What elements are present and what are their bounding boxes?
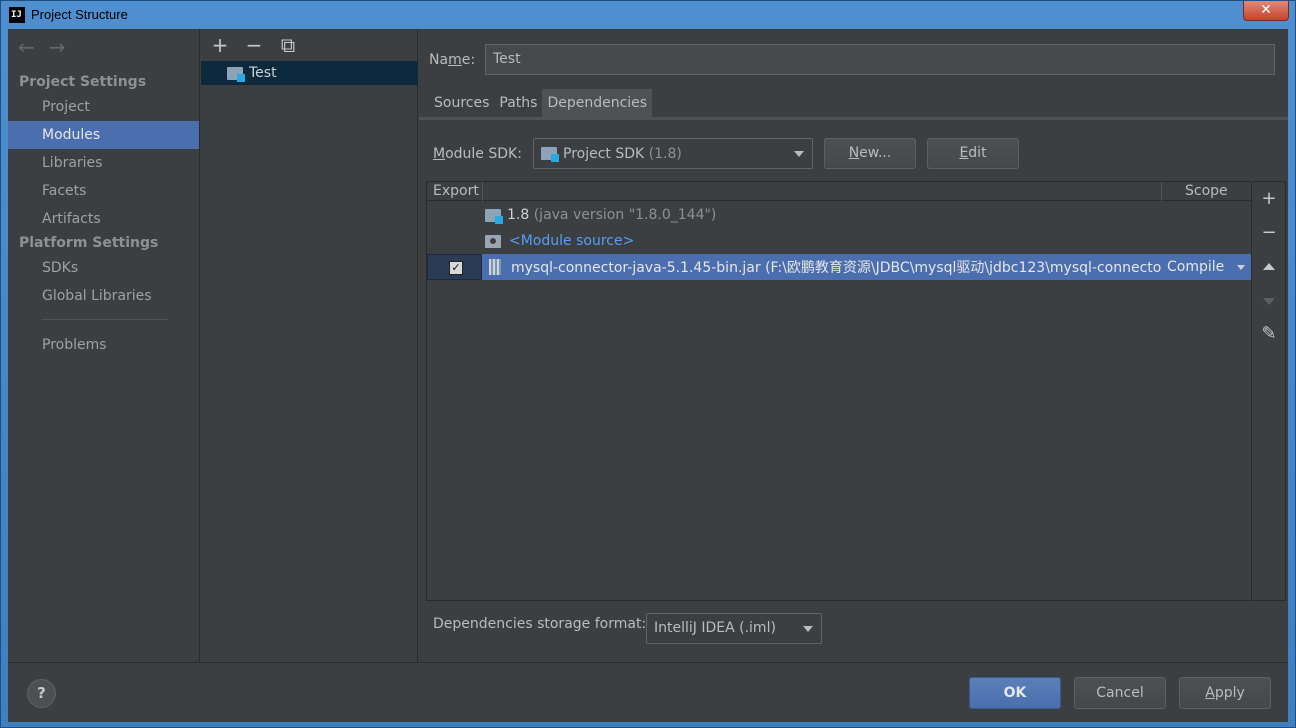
- platform-settings-heading: Platform Settings: [19, 235, 159, 251]
- nav-item-sdks[interactable]: SDKs: [8, 254, 199, 282]
- nav-item-project[interactable]: Project: [8, 93, 199, 121]
- close-button[interactable]: ✕: [1243, 1, 1289, 21]
- window: IJ Project Structure ✕ ← → Project Setti…: [0, 0, 1296, 728]
- column-export[interactable]: Export: [433, 182, 479, 201]
- nav-item-global-libraries[interactable]: Global Libraries: [8, 282, 199, 310]
- window-title: Project Structure: [31, 7, 128, 22]
- name-label: Name:: [429, 52, 476, 68]
- copy-icon[interactable]: ⧉: [279, 35, 297, 55]
- intellij-logo-icon: IJ: [9, 7, 25, 23]
- export-cell: ✓: [427, 254, 482, 280]
- ok-button[interactable]: OK: [969, 677, 1061, 709]
- nav-item-problems[interactable]: Problems: [8, 331, 199, 359]
- add-icon[interactable]: +: [211, 35, 229, 55]
- module-sdk-label: Module SDK:: [433, 146, 522, 162]
- settings-nav: ← → Project Settings Project Modules Lib…: [8, 29, 200, 662]
- table-header: Export Scope: [427, 182, 1251, 201]
- module-tree-pane: + − ⧉ Test: [201, 29, 418, 662]
- tab-bar: Sources Paths Dependencies: [429, 89, 653, 117]
- nav-item-facets[interactable]: Facets: [8, 177, 199, 205]
- jar-name: mysql-connector-java-5.1.45-bin.jar (F:\…: [511, 260, 1161, 276]
- sdk-folder-icon: [485, 208, 503, 224]
- export-checkbox[interactable]: ✓: [449, 261, 463, 275]
- remove-dependency-button[interactable]: −: [1253, 222, 1285, 244]
- cancel-button[interactable]: Cancel: [1074, 677, 1166, 709]
- module-name: Test: [249, 65, 277, 81]
- scope-dropdown[interactable]: Compile: [1167, 254, 1251, 280]
- nav-item-modules[interactable]: Modules: [8, 121, 199, 149]
- dependencies-toolbar: + − ✎: [1253, 181, 1286, 601]
- module-sdk-dropdown[interactable]: Project SDK (1.8): [533, 138, 813, 169]
- title-bar[interactable]: IJ Project Structure ✕: [1, 1, 1295, 29]
- dialog-client: ← → Project Settings Project Modules Lib…: [8, 29, 1288, 722]
- nav-divider: [42, 319, 168, 320]
- arrow-down-icon: [1263, 298, 1275, 305]
- back-arrow-icon[interactable]: ←: [18, 37, 35, 57]
- new-sdk-button[interactable]: New...: [824, 138, 916, 169]
- dialog-footer: ? OK Cancel Apply: [8, 662, 1288, 722]
- storage-format-dropdown[interactable]: IntelliJ IDEA (.iml): [646, 613, 822, 644]
- remove-icon[interactable]: −: [245, 35, 263, 55]
- move-down-button[interactable]: [1253, 290, 1285, 312]
- table-row[interactable]: 1.8 (java version "1.8.0_144"): [427, 202, 1251, 228]
- add-dependency-button[interactable]: +: [1253, 188, 1285, 210]
- module-content: Name: Test Sources Paths Dependencies Mo…: [419, 29, 1288, 662]
- edit-sdk-button[interactable]: Edit: [927, 138, 1019, 169]
- tab-underline: [419, 117, 1288, 120]
- name-input[interactable]: Test: [485, 44, 1275, 75]
- tab-sources[interactable]: Sources: [429, 89, 494, 117]
- nav-item-artifacts[interactable]: Artifacts: [8, 205, 199, 233]
- source-folder-icon: [485, 234, 501, 248]
- chevron-down-icon: [803, 626, 813, 632]
- tab-dependencies[interactable]: Dependencies: [542, 89, 653, 117]
- move-up-button[interactable]: [1253, 256, 1285, 278]
- nav-arrows: ← →: [18, 37, 66, 57]
- arrow-up-icon: [1263, 263, 1275, 270]
- module-folder-icon: [227, 66, 245, 82]
- tree-toolbar: + − ⧉: [201, 29, 418, 61]
- table-row[interactable]: <Module source>: [427, 228, 1251, 254]
- apply-button[interactable]: Apply: [1179, 677, 1271, 709]
- forward-arrow-icon[interactable]: →: [49, 37, 66, 57]
- dependencies-table: Export Scope 1.8 (java version "1.8.0_14…: [426, 181, 1252, 601]
- help-button[interactable]: ?: [27, 679, 56, 708]
- nav-item-libraries[interactable]: Libraries: [8, 149, 199, 177]
- chevron-down-icon: [794, 151, 804, 157]
- jar-icon: [489, 259, 501, 275]
- storage-format-label: Dependencies storage format:: [433, 616, 647, 632]
- tab-paths[interactable]: Paths: [494, 89, 542, 117]
- tree-item-module[interactable]: Test: [201, 61, 418, 85]
- edit-dependency-button[interactable]: ✎: [1253, 323, 1285, 345]
- column-scope[interactable]: Scope: [1185, 182, 1228, 201]
- sdk-folder-icon: [541, 147, 559, 162]
- table-row[interactable]: ✓ mysql-connector-java-5.1.45-bin.jar (F…: [427, 254, 1251, 280]
- project-settings-heading: Project Settings: [19, 74, 147, 90]
- chevron-down-icon: [1237, 265, 1245, 270]
